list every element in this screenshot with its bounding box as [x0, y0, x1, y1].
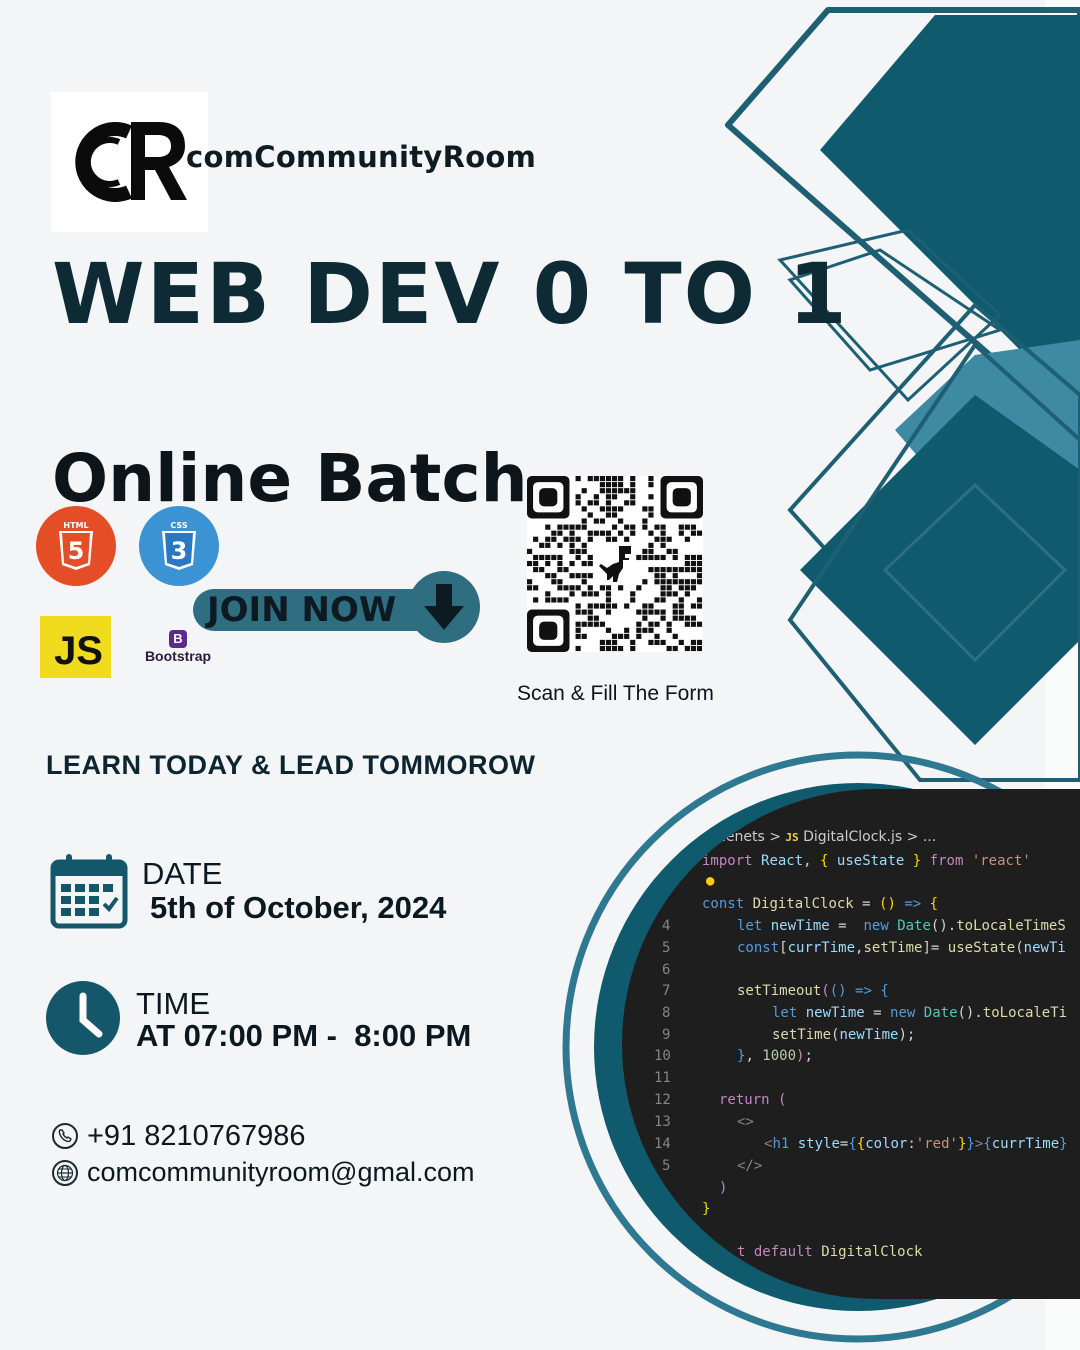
html-label: HTML	[63, 521, 88, 530]
line-number: 9	[662, 1027, 671, 1043]
date-value: 5th of October, 2024	[150, 890, 447, 925]
qr-code[interactable]	[527, 476, 703, 652]
line-number: 10	[654, 1048, 671, 1064]
join-now-label: JOIN NOW	[207, 590, 397, 630]
css3-icon: CSS 3	[139, 506, 219, 586]
globe-icon	[52, 1160, 78, 1186]
css-number: 3	[171, 537, 188, 565]
line-number: 5	[662, 940, 671, 956]
line-number: 12	[654, 1092, 671, 1108]
lightbulb-icon: ●	[706, 873, 715, 889]
email-address[interactable]: comcommunityroom@gmal.com	[87, 1157, 475, 1188]
tagline: LEARN TODAY & LEAD TOMMOROW	[46, 750, 536, 780]
line-number: 7	[662, 983, 671, 999]
line-number: 8	[662, 1005, 671, 1021]
line-number: 6	[662, 962, 671, 978]
scan-caption: Scan & Fill The Form	[517, 682, 714, 705]
html5-icon: HTML 5	[36, 506, 116, 586]
time-label: TIME	[136, 986, 211, 1021]
code-breadcrumb: nenets > JS DigitalClock.js > ...	[717, 829, 937, 845]
qr-code-icon	[527, 476, 703, 652]
phone-number[interactable]: +91 8210767986	[87, 1120, 306, 1153]
css-label: CSS	[170, 521, 187, 530]
bootstrap-mark: B	[169, 630, 187, 648]
date-label: DATE	[142, 856, 223, 891]
line-number: 14	[654, 1136, 671, 1152]
line-number: 5	[662, 1158, 671, 1174]
html-number: 5	[68, 537, 85, 565]
line-number: 11	[654, 1070, 671, 1086]
line-number: 13	[654, 1114, 671, 1130]
calendar-icon	[50, 852, 128, 930]
bootstrap-label: Bootstrap	[144, 648, 212, 664]
time-value: AT 07:00 PM - 8:00 PM	[136, 1018, 472, 1053]
bootstrap-icon: B Bootstrap	[138, 630, 218, 670]
javascript-icon: JS	[40, 616, 111, 678]
clock-icon	[45, 980, 121, 1056]
phone-icon	[52, 1123, 78, 1149]
page-subtitle: Online Batch	[52, 440, 528, 517]
join-now-arrow[interactable]	[408, 571, 480, 643]
brand-name: comCommunityRoom	[186, 140, 537, 174]
page-title: WEB DEV 0 TO 1	[52, 245, 849, 343]
line-number: 4	[662, 918, 671, 934]
arrow-down-icon	[424, 584, 464, 630]
logo	[51, 92, 208, 232]
logo-mark	[75, 122, 187, 202]
js-label: JS	[54, 629, 103, 673]
